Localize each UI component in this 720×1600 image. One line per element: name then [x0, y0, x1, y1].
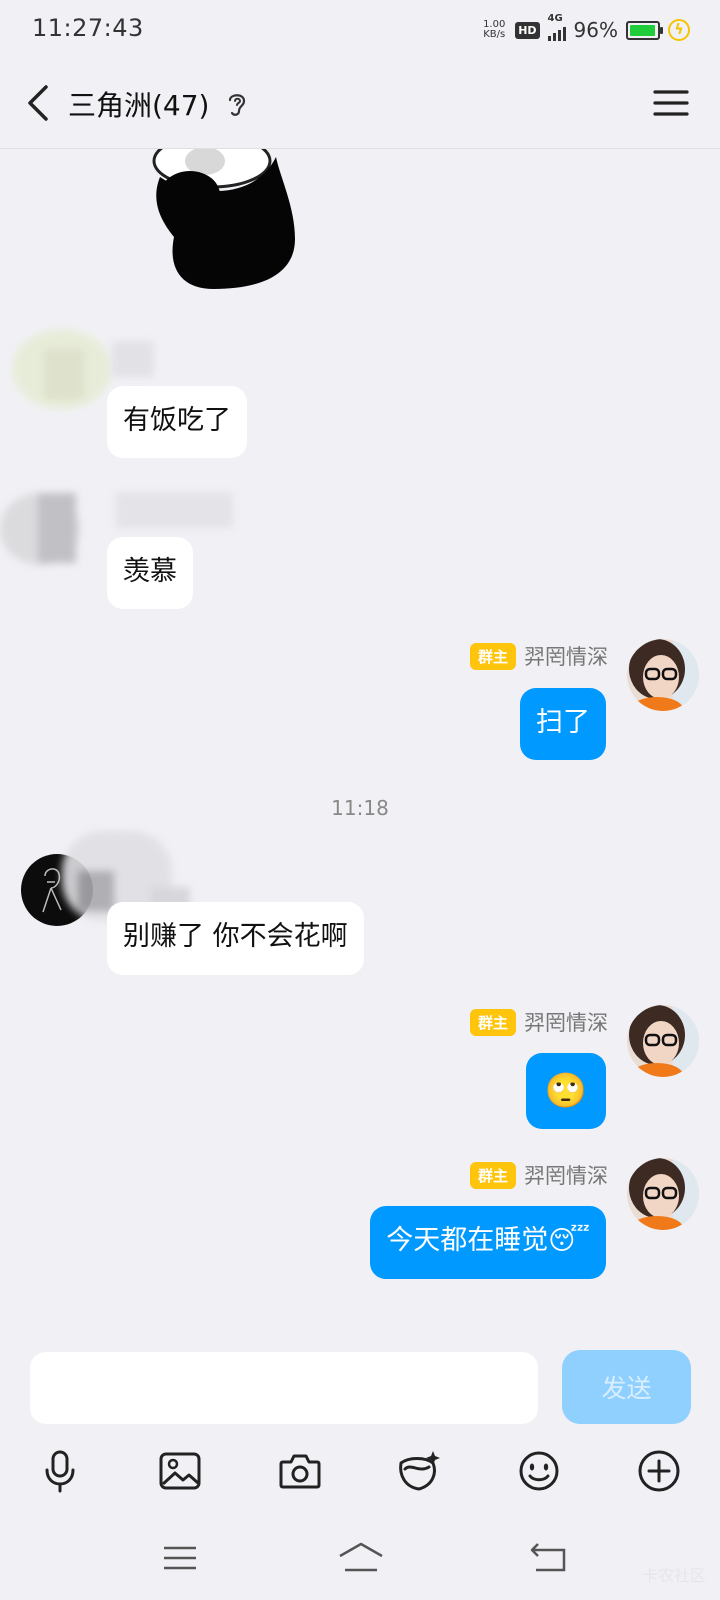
battery-level [630, 24, 655, 36]
sender-info: 群主 羿罔情深 [469, 641, 608, 671]
avatar[interactable] [627, 639, 699, 711]
charging-icon: ϟ [668, 19, 690, 41]
message-list[interactable]: 有饭吃了 羡慕 群主 羿罔情深 扫了 11:18 别赚了 你不会花啊 群主 羿罔… [0, 149, 720, 1335]
page-title[interactable]: 三角洲(47) [68, 84, 209, 124]
camera-icon[interactable] [276, 1448, 324, 1494]
back-icon[interactable] [20, 78, 70, 128]
message-text: 今天都在睡觉 [386, 1225, 549, 1256]
chat-header: 三角洲(47) [0, 60, 720, 149]
panda-sticker[interactable] [150, 149, 310, 297]
battery-icon [626, 20, 663, 40]
avatar[interactable] [627, 1158, 699, 1230]
menu-icon[interactable] [652, 86, 690, 120]
message-input[interactable] [30, 1352, 538, 1424]
system-navigation-bar: 卡农社区 [0, 1510, 720, 1600]
avatar[interactable] [627, 1005, 699, 1077]
status-bar: 11:27:43 1.00 KB/s HD 4G 96% ϟ [0, 0, 720, 60]
ear-icon[interactable] [226, 90, 248, 118]
signal-icon: 4G [547, 13, 566, 41]
back-nav-icon[interactable] [528, 1540, 572, 1576]
watermark: 卡农社区 [641, 1566, 706, 1585]
blurred-sender-name [115, 492, 233, 528]
sender-info: 群主 羿罔情深 [469, 1160, 608, 1190]
sender-name[interactable]: 羿罔情深 [524, 1160, 608, 1190]
message-bubble[interactable]: 扫了 [520, 688, 606, 760]
sender-name[interactable]: 羿罔情深 [524, 641, 608, 671]
status-time: 11:27:43 [32, 14, 144, 42]
message-bubble[interactable]: 别赚了 你不会花啊 [107, 902, 364, 975]
composer: 发送 [0, 1336, 720, 1430]
message-bubble[interactable]: 羡慕 [107, 537, 193, 609]
time-separator: 11:18 [331, 796, 389, 820]
owner-badge: 群主 [469, 1008, 516, 1036]
send-button[interactable]: 发送 [562, 1350, 691, 1424]
hd-icon: HD [515, 21, 540, 39]
image-icon[interactable] [156, 1448, 204, 1494]
mic-icon[interactable] [36, 1448, 84, 1494]
owner-badge: 群主 [469, 642, 516, 670]
owner-badge: 群主 [469, 1161, 516, 1189]
blurred-sender-name [112, 341, 154, 377]
plus-icon[interactable] [635, 1448, 683, 1494]
blurred-avatar [0, 489, 80, 569]
message-bubble[interactable]: 今天都在睡觉😴 [370, 1206, 606, 1279]
battery-percent: 96% [573, 18, 618, 42]
network-speed: 1.00 KB/s [483, 19, 506, 40]
blurred-avatar [8, 309, 118, 419]
message-bubble[interactable]: 🙄 [526, 1053, 606, 1129]
sender-name[interactable]: 羿罔情深 [524, 1007, 608, 1037]
message-bubble[interactable]: 有饭吃了 [107, 386, 247, 458]
emoji-icon[interactable] [515, 1448, 563, 1494]
eye-roll-emoji-icon: 🙄 [544, 1071, 588, 1111]
recent-apps-icon[interactable] [158, 1540, 202, 1576]
status-indicators: 1.00 KB/s HD 4G 96% ϟ [481, 13, 690, 44]
home-icon[interactable] [337, 1540, 385, 1576]
input-toolbar [0, 1430, 720, 1510]
network-type: 4G [547, 13, 563, 24]
red-packet-icon[interactable] [394, 1448, 442, 1494]
sleeping-emoji-icon: 😴 [548, 1226, 590, 1256]
sender-info: 群主 羿罔情深 [469, 1007, 608, 1037]
